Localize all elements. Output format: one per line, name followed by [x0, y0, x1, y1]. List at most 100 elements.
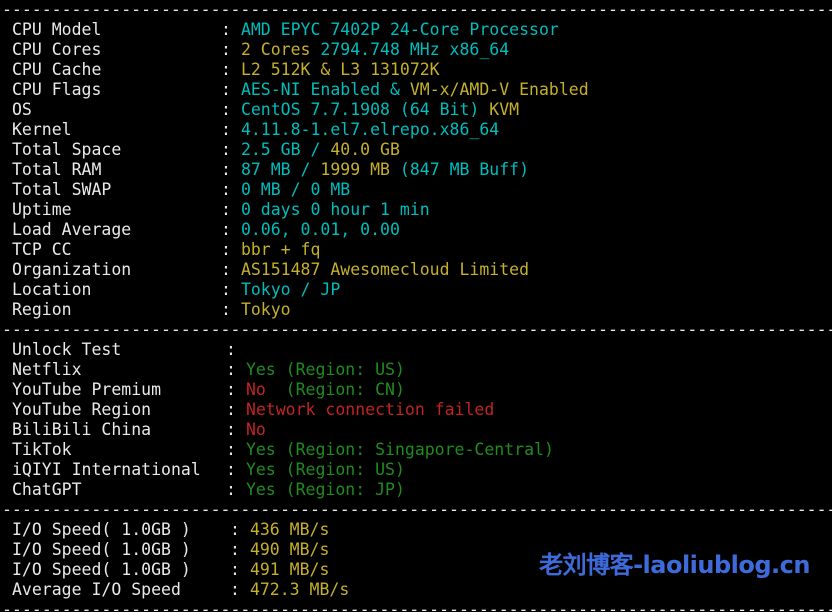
value-segment: Yes (Region: US) — [246, 360, 405, 379]
value-segment: AS151487 Awesomecloud Limited — [241, 260, 529, 279]
row-label: CPU Model — [12, 20, 221, 40]
colon: : — [221, 240, 231, 259]
row-organization: Organization: AS151487 Awesomecloud Limit… — [0, 260, 832, 280]
row-label: YouTube Region — [12, 400, 226, 420]
row-value: 436 MB/s — [240, 520, 329, 539]
value-segment: 1999 MB — [320, 160, 390, 179]
colon: : — [221, 100, 231, 119]
row-value: Yes (Region: US) — [236, 360, 405, 379]
row-label: Average I/O Speed — [12, 580, 230, 600]
value-segment: Network connection failed — [246, 400, 494, 419]
row-value: 472.3 MB/s — [240, 580, 349, 599]
row-label: CPU Cores — [12, 40, 221, 60]
row-value: 491 MB/s — [240, 560, 329, 579]
row-value: No — [236, 420, 266, 439]
value-segment: 2794.748 MHz x86_64 — [310, 40, 509, 59]
colon: : — [230, 540, 240, 559]
row-label: Total RAM — [12, 160, 221, 180]
row-label: TCP CC — [12, 240, 221, 260]
row-value — [236, 340, 246, 359]
value-segment: AMD EPYC 7402P 24-Core Processor — [241, 20, 559, 39]
row-chatgpt: ChatGPT:Yes (Region: JP) — [0, 480, 832, 500]
colon: : — [221, 80, 231, 99]
value-segment: 4.11.8-1.el7.elrepo.x86_64 — [241, 120, 499, 139]
value-segment: 40.0 GB — [330, 140, 400, 159]
value-segment: 0 days 0 hour 1 min — [241, 200, 430, 219]
colon: : — [221, 220, 231, 239]
watermark-laoliublog: 老刘博客-laoliublog.cn — [539, 555, 810, 575]
separator-line: ----------------------------------------… — [0, 600, 832, 612]
row-value: Network connection failed — [236, 400, 494, 419]
colon: : — [226, 360, 236, 379]
value-segment: 490 MB/s — [250, 540, 329, 559]
row-value: Yes (Region: JP) — [236, 480, 405, 499]
value-segment: 0.06, 0.01, 0.00 — [241, 220, 400, 239]
row-label: Total Space — [12, 140, 221, 160]
value-segment: CentOS 7.7.1908 (64 Bit) — [241, 100, 489, 119]
value-segment: 491 MB/s — [250, 560, 329, 579]
row-label: Uptime — [12, 200, 221, 220]
row-bilibili-china: BiliBili China:No — [0, 420, 832, 440]
separator-line: ----------------------------------------… — [0, 320, 832, 340]
row-kernel: Kernel:4.11.8-1.el7.elrepo.x86_64 — [0, 120, 832, 140]
row-label: ChatGPT — [12, 480, 226, 500]
row-label: BiliBili China — [12, 420, 226, 440]
row-label: Unlock Test — [12, 340, 226, 360]
row-io-speed-1: I/O Speed( 1.0GB ):436 MB/s — [0, 520, 832, 540]
row-value: AES-NI Enabled & VM-x/AMD-V Enabled — [231, 80, 589, 99]
colon: : — [221, 60, 231, 79]
value-segment: Yes (Region: JP) — [246, 480, 405, 499]
row-value: 0 days 0 hour 1 min — [231, 200, 430, 219]
separator-dashes: ----------------------------------------… — [2, 500, 832, 519]
colon: : — [221, 260, 231, 279]
row-unlock-test: Unlock Test: — [0, 340, 832, 360]
row-label: Organization — [12, 260, 221, 280]
row-value: AS151487 Awesomecloud Limited — [231, 260, 529, 279]
row-total-space: Total Space:2.5 GB / 40.0 GB — [0, 140, 832, 160]
row-label: I/O Speed( 1.0GB ) — [12, 540, 230, 560]
value-segment: No — [246, 420, 266, 439]
row-total-ram: Total RAM:87 MB / 1999 MB (847 MB Buff) — [0, 160, 832, 180]
colon: : — [221, 20, 231, 39]
row-value: bbr + fq — [231, 240, 320, 259]
row-netflix: Netflix:Yes (Region: US) — [0, 360, 832, 380]
colon: : — [221, 120, 231, 139]
value-segment: Tokyo / JP — [241, 280, 340, 299]
row-value: 0 MB / 0 MB — [231, 180, 350, 199]
row-cpu-cache: CPU Cache:L2 512K & L3 131072K — [0, 60, 832, 80]
row-region: Region:Tokyo — [0, 300, 832, 320]
row-label: Location — [12, 280, 221, 300]
colon: : — [226, 460, 236, 479]
row-value: 2 Cores 2794.748 MHz x86_64 — [231, 40, 509, 59]
value-segment: 2 Cores — [241, 40, 311, 59]
value-segment: AES-NI Enabled & — [241, 80, 410, 99]
colon: : — [230, 560, 240, 579]
row-label: Kernel — [12, 120, 221, 140]
value-segment: No — [246, 380, 266, 399]
row-label: YouTube Premium — [12, 380, 226, 400]
row-value: L2 512K & L3 131072K — [231, 60, 440, 79]
colon: : — [230, 580, 240, 599]
colon: : — [226, 440, 236, 459]
value-segment: KVM — [489, 100, 519, 119]
row-total-swap: Total SWAP:0 MB / 0 MB — [0, 180, 832, 200]
value-segment: 0 MB / 0 MB — [241, 180, 350, 199]
separator-dashes: ----------------------------------------… — [2, 600, 832, 612]
separator-line: ----------------------------------------… — [0, 500, 832, 520]
row-load-average: Load Average:0.06, 0.01, 0.00 — [0, 220, 832, 240]
terminal-output[interactable]: ----------------------------------------… — [0, 0, 832, 612]
value-segment: L2 512K & L3 131072K — [241, 60, 440, 79]
value-segment: Yes (Region: Singapore-Central) — [246, 440, 554, 459]
row-os: OS:CentOS 7.7.1908 (64 Bit) KVM — [0, 100, 832, 120]
row-label: iQIYI International — [12, 460, 226, 480]
row-youtube-premium: YouTube Premium:No (Region: CN) — [0, 380, 832, 400]
row-value: No (Region: CN) — [236, 380, 405, 399]
value-segment: Yes (Region: US) — [246, 460, 405, 479]
row-label: I/O Speed( 1.0GB ) — [12, 560, 230, 580]
row-value: Yes (Region: Singapore-Central) — [236, 440, 554, 459]
row-value: Tokyo / JP — [231, 280, 340, 299]
row-cpu-cores: CPU Cores:2 Cores 2794.748 MHz x86_64 — [0, 40, 832, 60]
row-label: CPU Flags — [12, 80, 221, 100]
row-value: 0.06, 0.01, 0.00 — [231, 220, 400, 239]
colon: : — [226, 400, 236, 419]
